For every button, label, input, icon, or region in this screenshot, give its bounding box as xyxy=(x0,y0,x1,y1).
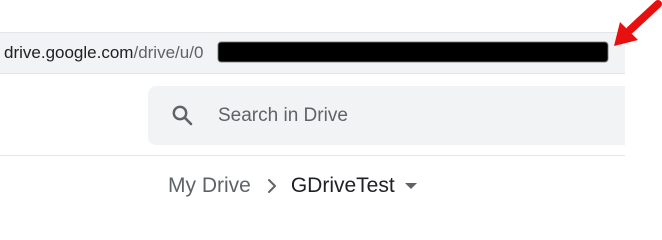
browser-window: drive.google.com/drive/u/0 My Drive GDri… xyxy=(0,0,662,207)
redaction-bar xyxy=(218,42,608,62)
breadcrumb-my-drive[interactable]: My Drive xyxy=(168,174,251,198)
search-icon[interactable] xyxy=(170,103,194,127)
chevron-right-icon xyxy=(267,179,276,193)
breadcrumb-current-folder[interactable]: GDriveTest xyxy=(291,174,395,198)
url-path: /drive/u/0 xyxy=(133,43,204,62)
red-arrow-icon xyxy=(614,0,662,46)
caret-down-icon[interactable] xyxy=(403,178,419,194)
search-box[interactable] xyxy=(148,86,625,145)
breadcrumb: My Drive GDriveTest xyxy=(168,172,419,200)
url-domain: drive.google.com xyxy=(4,43,134,62)
divider xyxy=(0,155,625,156)
url-text[interactable]: drive.google.com/drive/u/0 xyxy=(4,43,203,63)
search-input[interactable] xyxy=(218,104,598,128)
